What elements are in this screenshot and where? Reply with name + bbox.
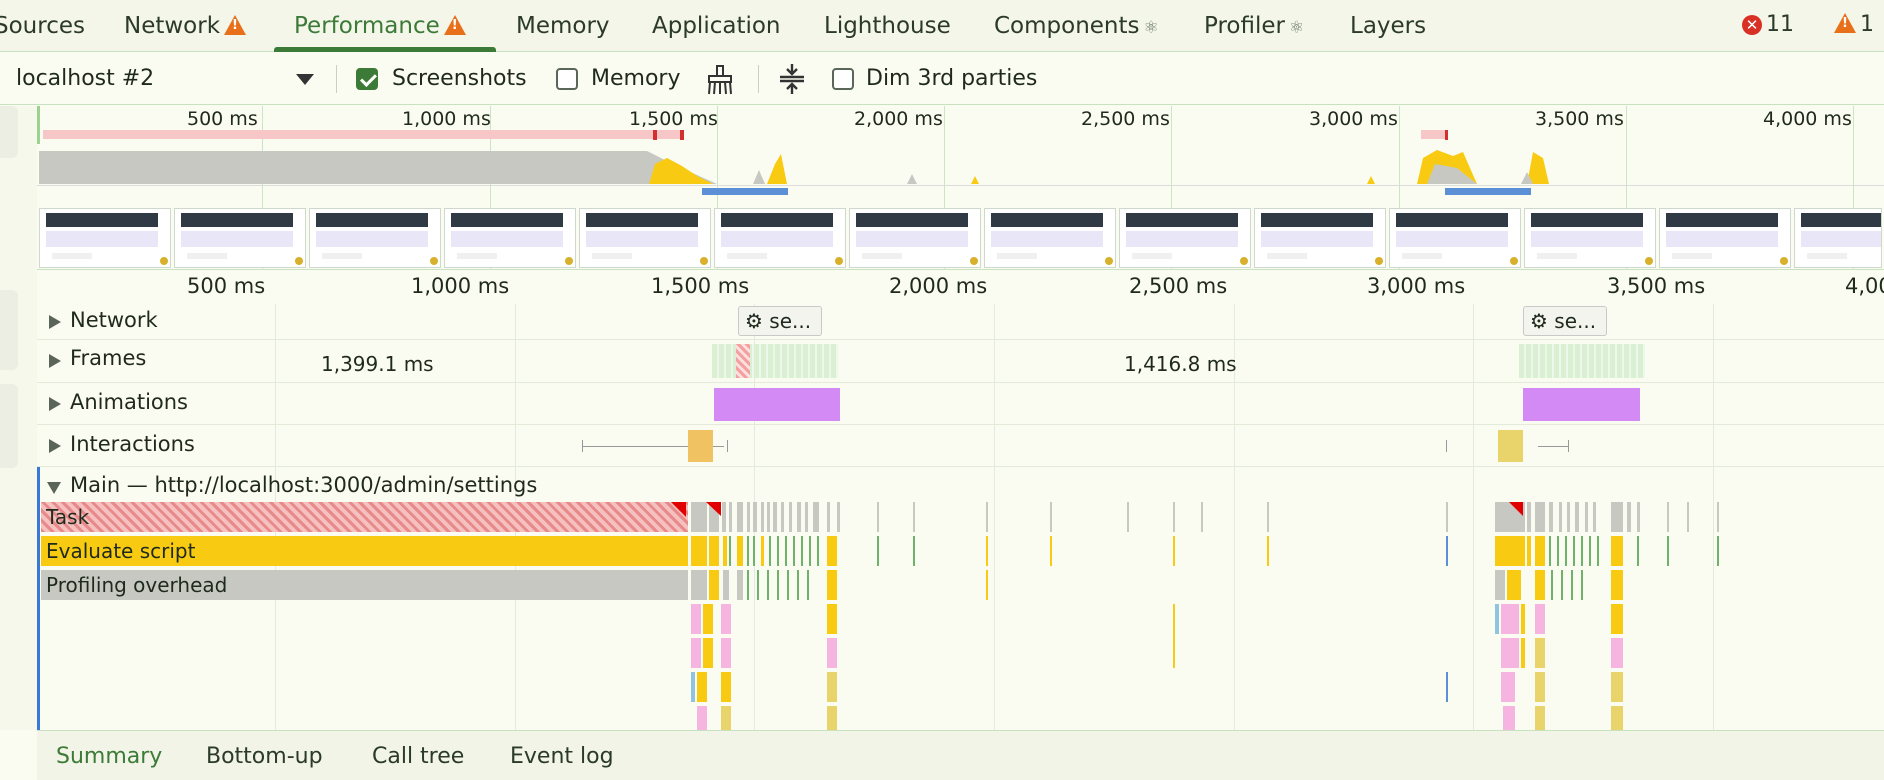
cpu-activity-chart bbox=[37, 106, 1884, 195]
ruler-tick: 3,000 ms bbox=[1367, 274, 1466, 298]
screenshots-checkbox[interactable] bbox=[356, 68, 378, 90]
details-tab-bar: Summary Bottom-up Call tree Event log bbox=[37, 730, 1884, 780]
expand-arrow-icon[interactable] bbox=[49, 439, 61, 453]
warning-icon bbox=[443, 15, 466, 35]
whisker-cap bbox=[582, 440, 583, 452]
timeline-tracks[interactable]: Network ⚙ se... ⚙ se... Frames 1,399.1 m… bbox=[37, 304, 1884, 730]
toolbar-divider bbox=[758, 65, 759, 93]
screenshot-thumbnail[interactable] bbox=[174, 208, 306, 268]
memory-checkbox[interactable] bbox=[556, 68, 578, 90]
tab-summary[interactable]: Summary bbox=[56, 731, 162, 780]
animations-track[interactable]: Animations bbox=[37, 383, 1884, 425]
screenshot-thumbnail[interactable] bbox=[984, 208, 1116, 268]
animation-block[interactable] bbox=[714, 388, 840, 421]
tab-event-log[interactable]: Event log bbox=[510, 731, 614, 780]
active-tab-indicator bbox=[274, 47, 496, 52]
tab-lighthouse[interactable]: Lighthouse bbox=[824, 0, 951, 52]
network-request-pill[interactable]: ⚙ se... bbox=[1523, 306, 1607, 336]
tab-layers[interactable]: Layers bbox=[1350, 0, 1426, 52]
ruler-tick: 1,500 ms bbox=[651, 274, 750, 298]
expand-arrow-icon[interactable] bbox=[49, 354, 61, 368]
garbage-collect-icon[interactable] bbox=[706, 65, 734, 100]
tab-call-tree[interactable]: Call tree bbox=[372, 731, 464, 780]
gutter-handle[interactable] bbox=[0, 290, 18, 370]
react-icon: ⚛ bbox=[1143, 18, 1159, 38]
network-track[interactable]: Network ⚙ se... ⚙ se... bbox=[37, 304, 1884, 340]
main-thread-label: Main — http://localhost:3000/admin/setti… bbox=[70, 473, 538, 497]
screenshot-thumbnail[interactable] bbox=[1524, 208, 1656, 268]
screenshot-thumbnail[interactable] bbox=[1389, 208, 1521, 268]
chevron-down-icon[interactable] bbox=[296, 74, 314, 85]
screenshot-thumbnail[interactable] bbox=[849, 208, 981, 268]
warning-icon bbox=[1834, 13, 1856, 33]
screenshot-thumbnail[interactable] bbox=[444, 208, 576, 268]
screenshot-thumbnail[interactable] bbox=[714, 208, 846, 268]
frame-duration: 1,416.8 ms bbox=[1124, 352, 1237, 376]
react-icon: ⚛ bbox=[1288, 18, 1305, 38]
ruler-tick: 4,00 bbox=[1845, 274, 1884, 298]
gutter-handle[interactable] bbox=[0, 106, 18, 158]
frames-block[interactable] bbox=[712, 344, 838, 378]
memory-label[interactable]: Memory bbox=[591, 53, 680, 105]
frame-duration: 1,399.1 ms bbox=[321, 352, 434, 376]
animation-block[interactable] bbox=[1523, 388, 1640, 421]
screenshot-thumbnail[interactable] bbox=[1794, 208, 1882, 268]
tab-memory[interactable]: Memory bbox=[516, 0, 610, 52]
frames-block[interactable] bbox=[1519, 344, 1645, 378]
left-gutter bbox=[0, 106, 37, 730]
whisker-cap bbox=[727, 440, 728, 452]
devtools-tab-bar: Sources Network Performance Memory Appli… bbox=[0, 0, 1884, 52]
warning-count-badge[interactable]: 1 bbox=[1834, 0, 1874, 52]
tab-application[interactable]: Application bbox=[652, 0, 781, 52]
tab-bottom-up[interactable]: Bottom-up bbox=[206, 731, 323, 780]
ruler-tick: 500 ms bbox=[187, 274, 266, 298]
screenshot-thumbnail[interactable] bbox=[1119, 208, 1251, 268]
ruler-tick: 1,000 ms bbox=[411, 274, 510, 298]
screenshot-thumbnail[interactable] bbox=[579, 208, 711, 268]
frames-track[interactable]: Frames 1,399.1 ms 1,416.8 ms bbox=[37, 340, 1884, 383]
flame-chart-detail bbox=[691, 502, 1719, 730]
expand-arrow-icon[interactable] bbox=[49, 397, 61, 411]
network-request-pill[interactable]: ⚙ se... bbox=[738, 306, 822, 336]
screenshot-thumbnail[interactable] bbox=[1659, 208, 1791, 268]
error-count-badge[interactable]: ✕ 11 bbox=[1742, 0, 1794, 52]
target-select[interactable]: localhost #2 bbox=[16, 53, 154, 105]
whisker-cap bbox=[1568, 440, 1569, 452]
whisker-cap bbox=[1446, 440, 1447, 452]
tab-network[interactable]: Network bbox=[124, 0, 247, 52]
tab-profiler[interactable]: Profiler ⚛ bbox=[1204, 0, 1304, 52]
interactions-track[interactable]: Interactions bbox=[37, 425, 1884, 467]
screenshot-thumbnail[interactable] bbox=[39, 208, 171, 268]
timeline-ruler: 500 ms 1,000 ms 1,500 ms 2,000 ms 2,500 … bbox=[37, 270, 1884, 304]
dim-third-parties-checkbox[interactable] bbox=[832, 68, 854, 90]
dropped-frame[interactable] bbox=[736, 344, 750, 378]
gutter-handle[interactable] bbox=[0, 384, 18, 468]
interaction-block[interactable] bbox=[1498, 430, 1523, 462]
screenshots-label[interactable]: Screenshots bbox=[392, 53, 527, 105]
tab-performance[interactable]: Performance bbox=[294, 0, 466, 52]
collapse-icon[interactable] bbox=[778, 63, 806, 100]
performance-toolbar: localhost #2 Screenshots Memory Dim 3rd … bbox=[0, 53, 1884, 105]
error-icon: ✕ bbox=[1742, 15, 1762, 35]
ruler-tick: 3,500 ms bbox=[1607, 274, 1706, 298]
ruler-tick: 2,000 ms bbox=[889, 274, 988, 298]
interaction-block[interactable] bbox=[688, 430, 713, 462]
collapse-arrow-icon[interactable] bbox=[47, 482, 61, 494]
interaction-whisker bbox=[1538, 446, 1568, 447]
timeline-overview[interactable]: 500 ms 1,000 ms 1,500 ms 2,000 ms 2,500 … bbox=[37, 106, 1884, 270]
screenshot-thumbnail[interactable] bbox=[309, 208, 441, 268]
ruler-tick: 2,500 ms bbox=[1129, 274, 1228, 298]
toolbar-divider bbox=[336, 65, 337, 93]
expand-arrow-icon[interactable] bbox=[49, 315, 61, 329]
dim-third-parties-label[interactable]: Dim 3rd parties bbox=[866, 53, 1037, 105]
screenshot-thumbnail[interactable] bbox=[1254, 208, 1386, 268]
tab-sources[interactable]: Sources bbox=[0, 0, 85, 52]
tab-components[interactable]: Components ⚛ bbox=[994, 0, 1159, 52]
warning-icon bbox=[224, 15, 247, 35]
